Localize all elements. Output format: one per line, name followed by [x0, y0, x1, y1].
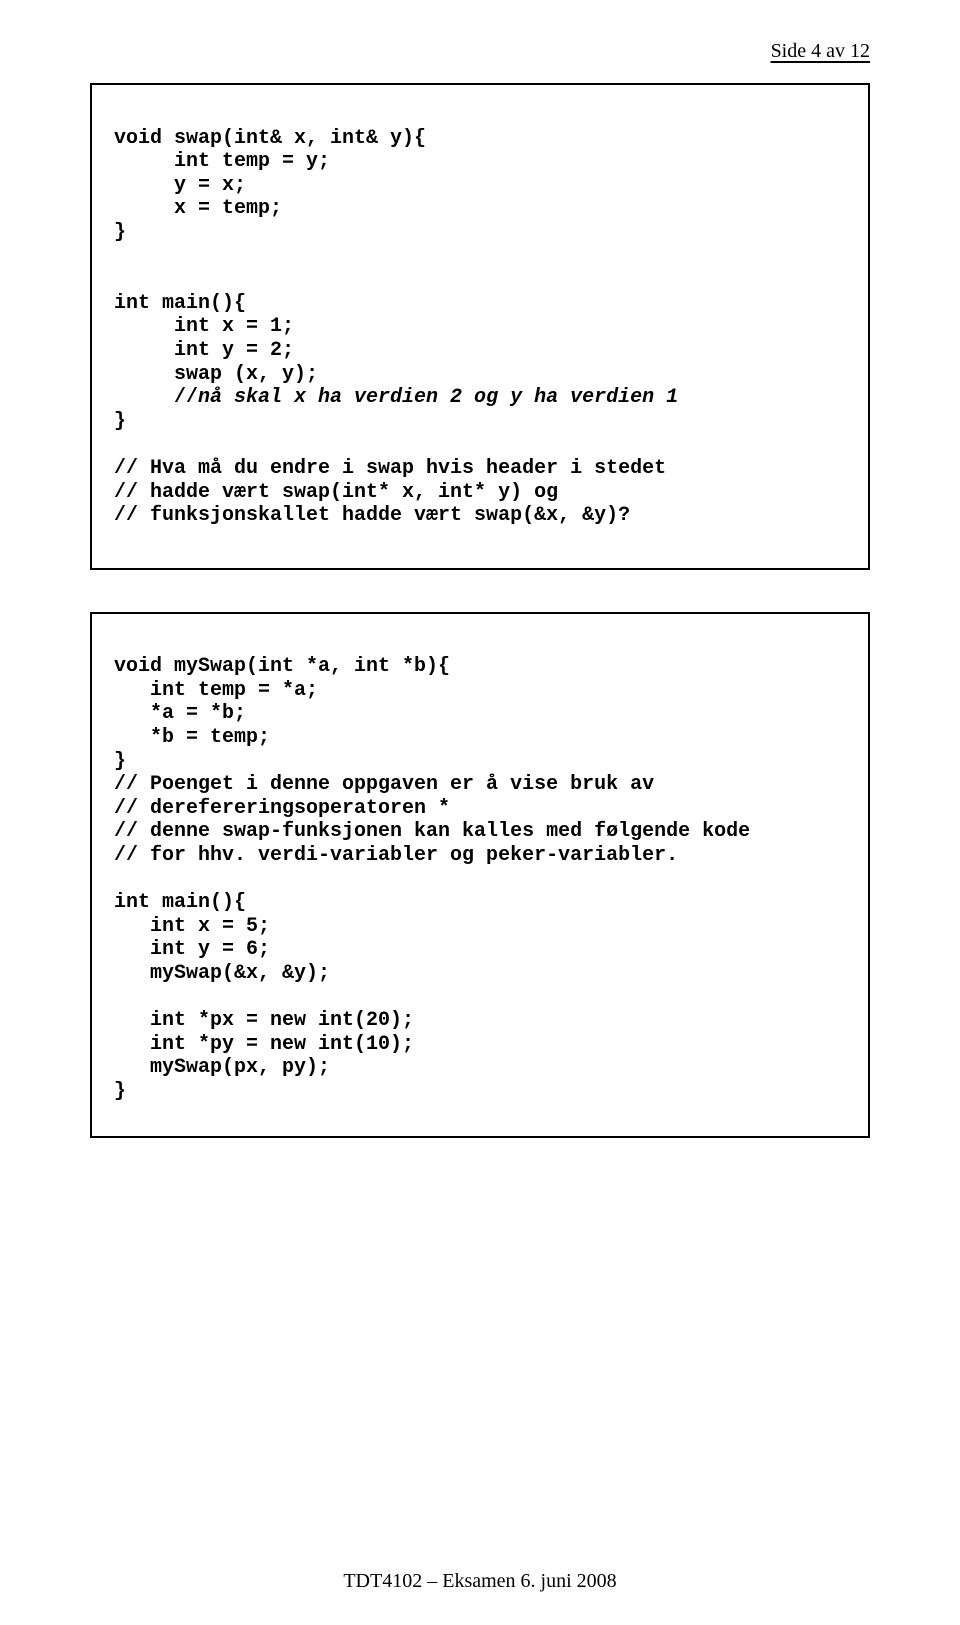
code-line: int y = 6;: [114, 938, 270, 961]
code-line: *b = temp;: [114, 726, 270, 749]
code-line: int y = 2;: [114, 339, 294, 362]
code-line: // funksjonskallet hadde vært swap(&x, &…: [114, 504, 630, 527]
code-line: // denne swap-funksjonen kan kalles med …: [114, 820, 750, 843]
code-box-1: void swap(int& x, int& y){ int temp = y;…: [90, 83, 870, 570]
code-line: y = x;: [114, 174, 246, 197]
code-line: int temp = y;: [114, 150, 330, 173]
code-line: }: [114, 221, 126, 244]
code-line: int main(){: [114, 891, 246, 914]
code-line: int *py = new int(10);: [114, 1033, 414, 1056]
code-line: *a = *b;: [114, 702, 246, 725]
code-line: //: [114, 386, 198, 409]
code-line: int main(){: [114, 292, 246, 315]
code-line: int *px = new int(20);: [114, 1009, 414, 1032]
code-line: void mySwap(int *a, int *b){: [114, 655, 450, 678]
code-line: }: [114, 410, 126, 433]
code-line: }: [114, 1080, 126, 1103]
code-line: // Poenget i denne oppgaven er å vise br…: [114, 773, 654, 796]
code-line: // for hhv. verdi-variabler og peker-var…: [114, 844, 678, 867]
page-number-header: Side 4 av 12: [90, 40, 870, 63]
code-box-2: void mySwap(int *a, int *b){ int temp = …: [90, 612, 870, 1138]
code-line: void swap(int& x, int& y){: [114, 127, 426, 150]
page-footer: TDT4102 – Eksamen 6. juni 2008: [0, 1570, 960, 1593]
code-line: mySwap(px, py);: [114, 1056, 330, 1079]
code-line: mySwap(&x, &y);: [114, 962, 330, 985]
code-line: int x = 1;: [114, 315, 294, 338]
code-line: // hadde vært swap(int* x, int* y) og: [114, 481, 558, 504]
code-line: int x = 5;: [114, 915, 270, 938]
code-line: swap (x, y);: [114, 363, 318, 386]
code-line: // Hva må du endre i swap hvis header i …: [114, 457, 666, 480]
code-line: int temp = *a;: [114, 679, 318, 702]
code-line: }: [114, 750, 126, 773]
code-line: x = temp;: [114, 197, 282, 220]
page: Side 4 av 12 void swap(int& x, int& y){ …: [0, 0, 960, 1625]
code-line: // derefereringsoperatoren *: [114, 797, 450, 820]
code-comment-italic: nå skal x ha verdien 2 og y ha verdien 1: [198, 386, 678, 409]
